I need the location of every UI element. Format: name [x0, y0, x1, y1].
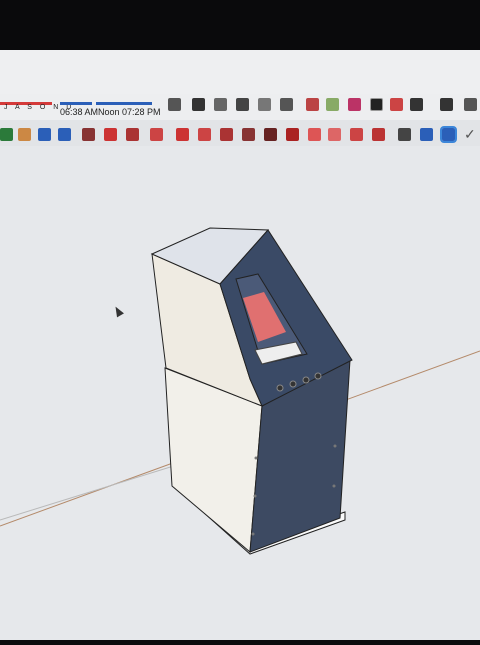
model-scene — [0, 227, 480, 555]
zoom-icon[interactable] — [150, 128, 163, 141]
select-icon[interactable] — [0, 128, 13, 141]
axis-icon[interactable] — [390, 98, 403, 111]
dimension-icon[interactable] — [104, 128, 117, 141]
layers-icon[interactable] — [440, 98, 453, 111]
model-viewport[interactable] — [0, 146, 480, 640]
paint-bucket-icon[interactable] — [18, 128, 31, 141]
time-slider-right[interactable] — [96, 102, 152, 105]
solid-icon[interactable] — [440, 126, 457, 143]
screw — [333, 444, 337, 448]
sandbox-icon[interactable] — [326, 98, 339, 111]
text-icon[interactable] — [370, 98, 383, 111]
button-3 — [302, 376, 310, 384]
orbit-icon[interactable] — [58, 128, 71, 141]
arc-icon[interactable] — [198, 128, 211, 141]
button-4 — [314, 372, 322, 380]
intersect-icon[interactable] — [372, 128, 385, 141]
button-1 — [276, 384, 284, 392]
follow-me-icon[interactable] — [350, 128, 363, 141]
time-slider-left[interactable] — [60, 102, 92, 105]
title-bar — [0, 50, 480, 94]
eraser-icon[interactable] — [82, 128, 95, 141]
house-icon[interactable] — [214, 98, 227, 111]
home-view-icon[interactable] — [258, 98, 271, 111]
rotate-icon[interactable] — [308, 128, 321, 141]
time-end-label: 07:28 PM — [122, 107, 161, 117]
screw — [253, 494, 257, 498]
green-axis-line — [0, 463, 181, 521]
scale-icon[interactable] — [328, 128, 341, 141]
pencil-icon[interactable] — [176, 128, 189, 141]
pushpin-icon[interactable] — [306, 98, 319, 111]
back-view-icon[interactable] — [280, 98, 293, 111]
time-noon-label: Noon — [98, 107, 120, 117]
screw — [332, 484, 336, 488]
front-view-icon[interactable] — [236, 98, 249, 111]
button-2 — [289, 380, 297, 388]
tape-measure-icon[interactable] — [38, 128, 51, 141]
check-icon[interactable]: ✓ — [464, 126, 476, 143]
rectangle-icon[interactable] — [220, 128, 233, 141]
screw — [251, 532, 255, 536]
figure-icon[interactable] — [410, 98, 423, 111]
push-pull-icon[interactable] — [242, 128, 255, 141]
xray-icon[interactable] — [420, 128, 433, 141]
outliner-icon[interactable] — [464, 98, 477, 111]
section-plane-icon[interactable] — [398, 128, 411, 141]
offset-icon[interactable] — [264, 128, 277, 141]
screw — [254, 456, 258, 460]
move-icon[interactable] — [286, 128, 299, 141]
component-icon[interactable] — [168, 98, 181, 111]
pan-icon[interactable] — [126, 128, 139, 141]
time-start-label: 06:38 AM — [60, 107, 99, 117]
paint-icon[interactable] — [348, 98, 361, 111]
group-icon[interactable] — [192, 98, 205, 111]
